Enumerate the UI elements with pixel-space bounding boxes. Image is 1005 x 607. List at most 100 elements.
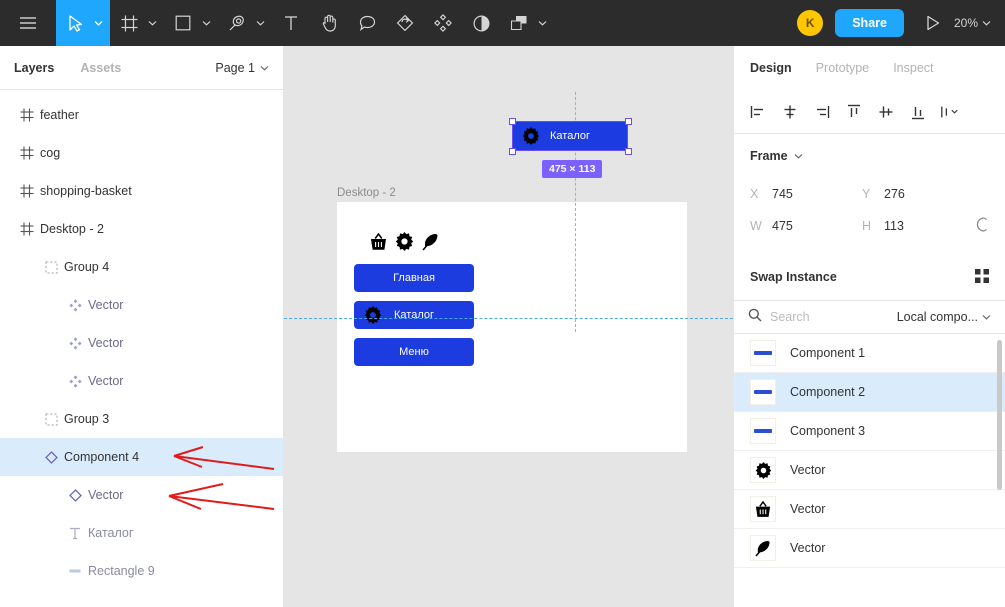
zoom-level-label: 20% xyxy=(953,16,978,30)
avatar[interactable]: K xyxy=(797,10,824,36)
node-type-label: Frame xyxy=(750,149,788,163)
chevron-down-icon[interactable] xyxy=(90,0,106,46)
hamburger-menu-icon[interactable] xyxy=(0,0,56,46)
layer-row[interactable]: cog xyxy=(0,134,283,172)
play-present-icon[interactable] xyxy=(918,0,948,46)
component-scope-selector[interactable]: Local compo... xyxy=(897,310,991,324)
resize-handle-bl[interactable] xyxy=(509,148,516,155)
layer-row[interactable]: Rectangle 9 xyxy=(0,552,283,590)
align-top-icon[interactable] xyxy=(844,102,864,122)
swap-instance-header: Swap Instance xyxy=(734,254,1005,300)
layer-label: Vector xyxy=(88,298,124,312)
canvas-button-katalog[interactable]: Каталог xyxy=(354,301,474,329)
component-thumbnail xyxy=(750,496,776,522)
component-list-item[interactable]: Component 3 xyxy=(734,412,1005,451)
layer-row[interactable]: feather xyxy=(0,96,283,134)
layer-row[interactable]: Vector xyxy=(0,286,283,324)
search-input[interactable] xyxy=(770,310,880,324)
layer-list: feather cog shopping-basket Desktop - 2 … xyxy=(0,90,283,590)
chevron-down-icon[interactable] xyxy=(144,0,160,46)
chevron-down-icon[interactable] xyxy=(198,0,214,46)
desktop-frame[interactable]: Главная Каталог Меню xyxy=(337,202,687,452)
page-selector-label: Page 1 xyxy=(215,60,255,75)
tool-frame[interactable] xyxy=(110,0,164,46)
layer-row[interactable]: Каталог xyxy=(0,514,283,552)
component-label: Component 1 xyxy=(790,346,866,360)
layer-row[interactable]: Group 4 xyxy=(0,248,283,286)
h-value: 113 xyxy=(884,219,904,233)
share-button[interactable]: Share xyxy=(835,9,904,37)
align-left-icon[interactable] xyxy=(748,102,768,122)
zoom-control[interactable]: 20% xyxy=(954,16,991,30)
shape-rectangle-icon xyxy=(168,0,198,46)
component-label: Vector xyxy=(790,541,826,555)
tab-assets[interactable]: Assets xyxy=(80,61,121,75)
tool-mask[interactable] xyxy=(500,0,554,46)
frame-name-label[interactable]: Desktop - 2 xyxy=(337,187,396,199)
align-horizontal-center-icon[interactable] xyxy=(780,102,800,122)
resize-handle-tr[interactable] xyxy=(625,118,632,125)
chevron-down-icon xyxy=(794,154,802,159)
search-icon xyxy=(748,308,762,327)
x-field[interactable]: X 745 xyxy=(750,187,862,201)
resize-handle-br[interactable] xyxy=(625,148,632,155)
align-vertical-center-icon[interactable] xyxy=(876,102,896,122)
blue-bar-thumb xyxy=(754,429,772,433)
component-list-item[interactable]: Vector xyxy=(734,529,1005,568)
design-canvas[interactable]: Desktop - 2 Главная Каталог Меню Каталог… xyxy=(284,46,733,607)
tool-comment[interactable] xyxy=(348,0,386,46)
tool-text[interactable] xyxy=(272,0,310,46)
distribute-icon[interactable] xyxy=(940,102,960,122)
layer-row[interactable]: Vector xyxy=(0,324,283,362)
tool-hand[interactable] xyxy=(310,0,348,46)
canvas-button-menu[interactable]: Меню xyxy=(354,338,474,366)
component-list-scrollbar[interactable] xyxy=(997,340,1002,490)
align-right-icon[interactable] xyxy=(812,102,832,122)
tab-design[interactable]: Design xyxy=(750,61,792,75)
link-proportions-icon[interactable] xyxy=(975,216,989,236)
tool-actions[interactable] xyxy=(386,0,424,46)
layer-row[interactable]: shopping-basket xyxy=(0,172,283,210)
tool-contrast[interactable] xyxy=(462,0,500,46)
mask-icon xyxy=(504,0,534,46)
component-icon xyxy=(68,374,82,388)
layer-row[interactable]: Vector xyxy=(0,476,283,514)
h-field[interactable]: H 113 xyxy=(862,219,974,233)
component-list-item[interactable]: Component 2 xyxy=(734,373,1005,412)
tab-prototype[interactable]: Prototype xyxy=(816,61,870,75)
selected-component-instance[interactable]: Каталог xyxy=(513,122,627,150)
layer-row[interactable]: Desktop - 2 xyxy=(0,210,283,248)
component-list-item[interactable]: Component 1 xyxy=(734,334,1005,373)
component-thumbnail xyxy=(750,418,776,444)
w-label: W xyxy=(750,219,762,233)
size-row: W 475 H 113 xyxy=(734,210,1005,242)
instance-icon xyxy=(68,488,82,502)
page-selector[interactable]: Page 1 xyxy=(215,61,269,75)
chevron-down-icon[interactable] xyxy=(534,0,550,46)
layer-row[interactable]: Component 4 xyxy=(0,438,283,476)
tool-pen[interactable] xyxy=(218,0,272,46)
component-thumbnail xyxy=(750,535,776,561)
y-field[interactable]: Y 276 xyxy=(862,187,974,201)
component-list-item[interactable]: Vector xyxy=(734,451,1005,490)
canvas-button-label: Меню xyxy=(399,346,429,358)
component-list-item[interactable]: Vector xyxy=(734,490,1005,529)
layer-row[interactable]: Group 3 xyxy=(0,400,283,438)
layer-label: Rectangle 9 xyxy=(88,564,155,578)
node-type-selector[interactable]: Frame xyxy=(734,134,1005,178)
tool-shape[interactable] xyxy=(164,0,218,46)
w-field[interactable]: W 475 xyxy=(750,219,862,233)
canvas-button-glavnaya[interactable]: Главная xyxy=(354,264,474,292)
layer-label: Group 4 xyxy=(64,260,110,274)
layer-row[interactable]: Vector xyxy=(0,362,283,400)
resize-handle-tl[interactable] xyxy=(509,118,516,125)
tab-inspect[interactable]: Inspect xyxy=(893,61,933,75)
chevron-down-icon[interactable] xyxy=(252,0,268,46)
tool-components[interactable] xyxy=(424,0,462,46)
position-row: X 745 Y 276 xyxy=(734,178,1005,210)
tab-layers[interactable]: Layers xyxy=(14,61,54,75)
tool-move[interactable] xyxy=(56,0,110,46)
align-bottom-icon[interactable] xyxy=(908,102,928,122)
size-badge: 475 × 113 xyxy=(542,160,603,178)
grid-view-icon[interactable] xyxy=(975,268,989,286)
